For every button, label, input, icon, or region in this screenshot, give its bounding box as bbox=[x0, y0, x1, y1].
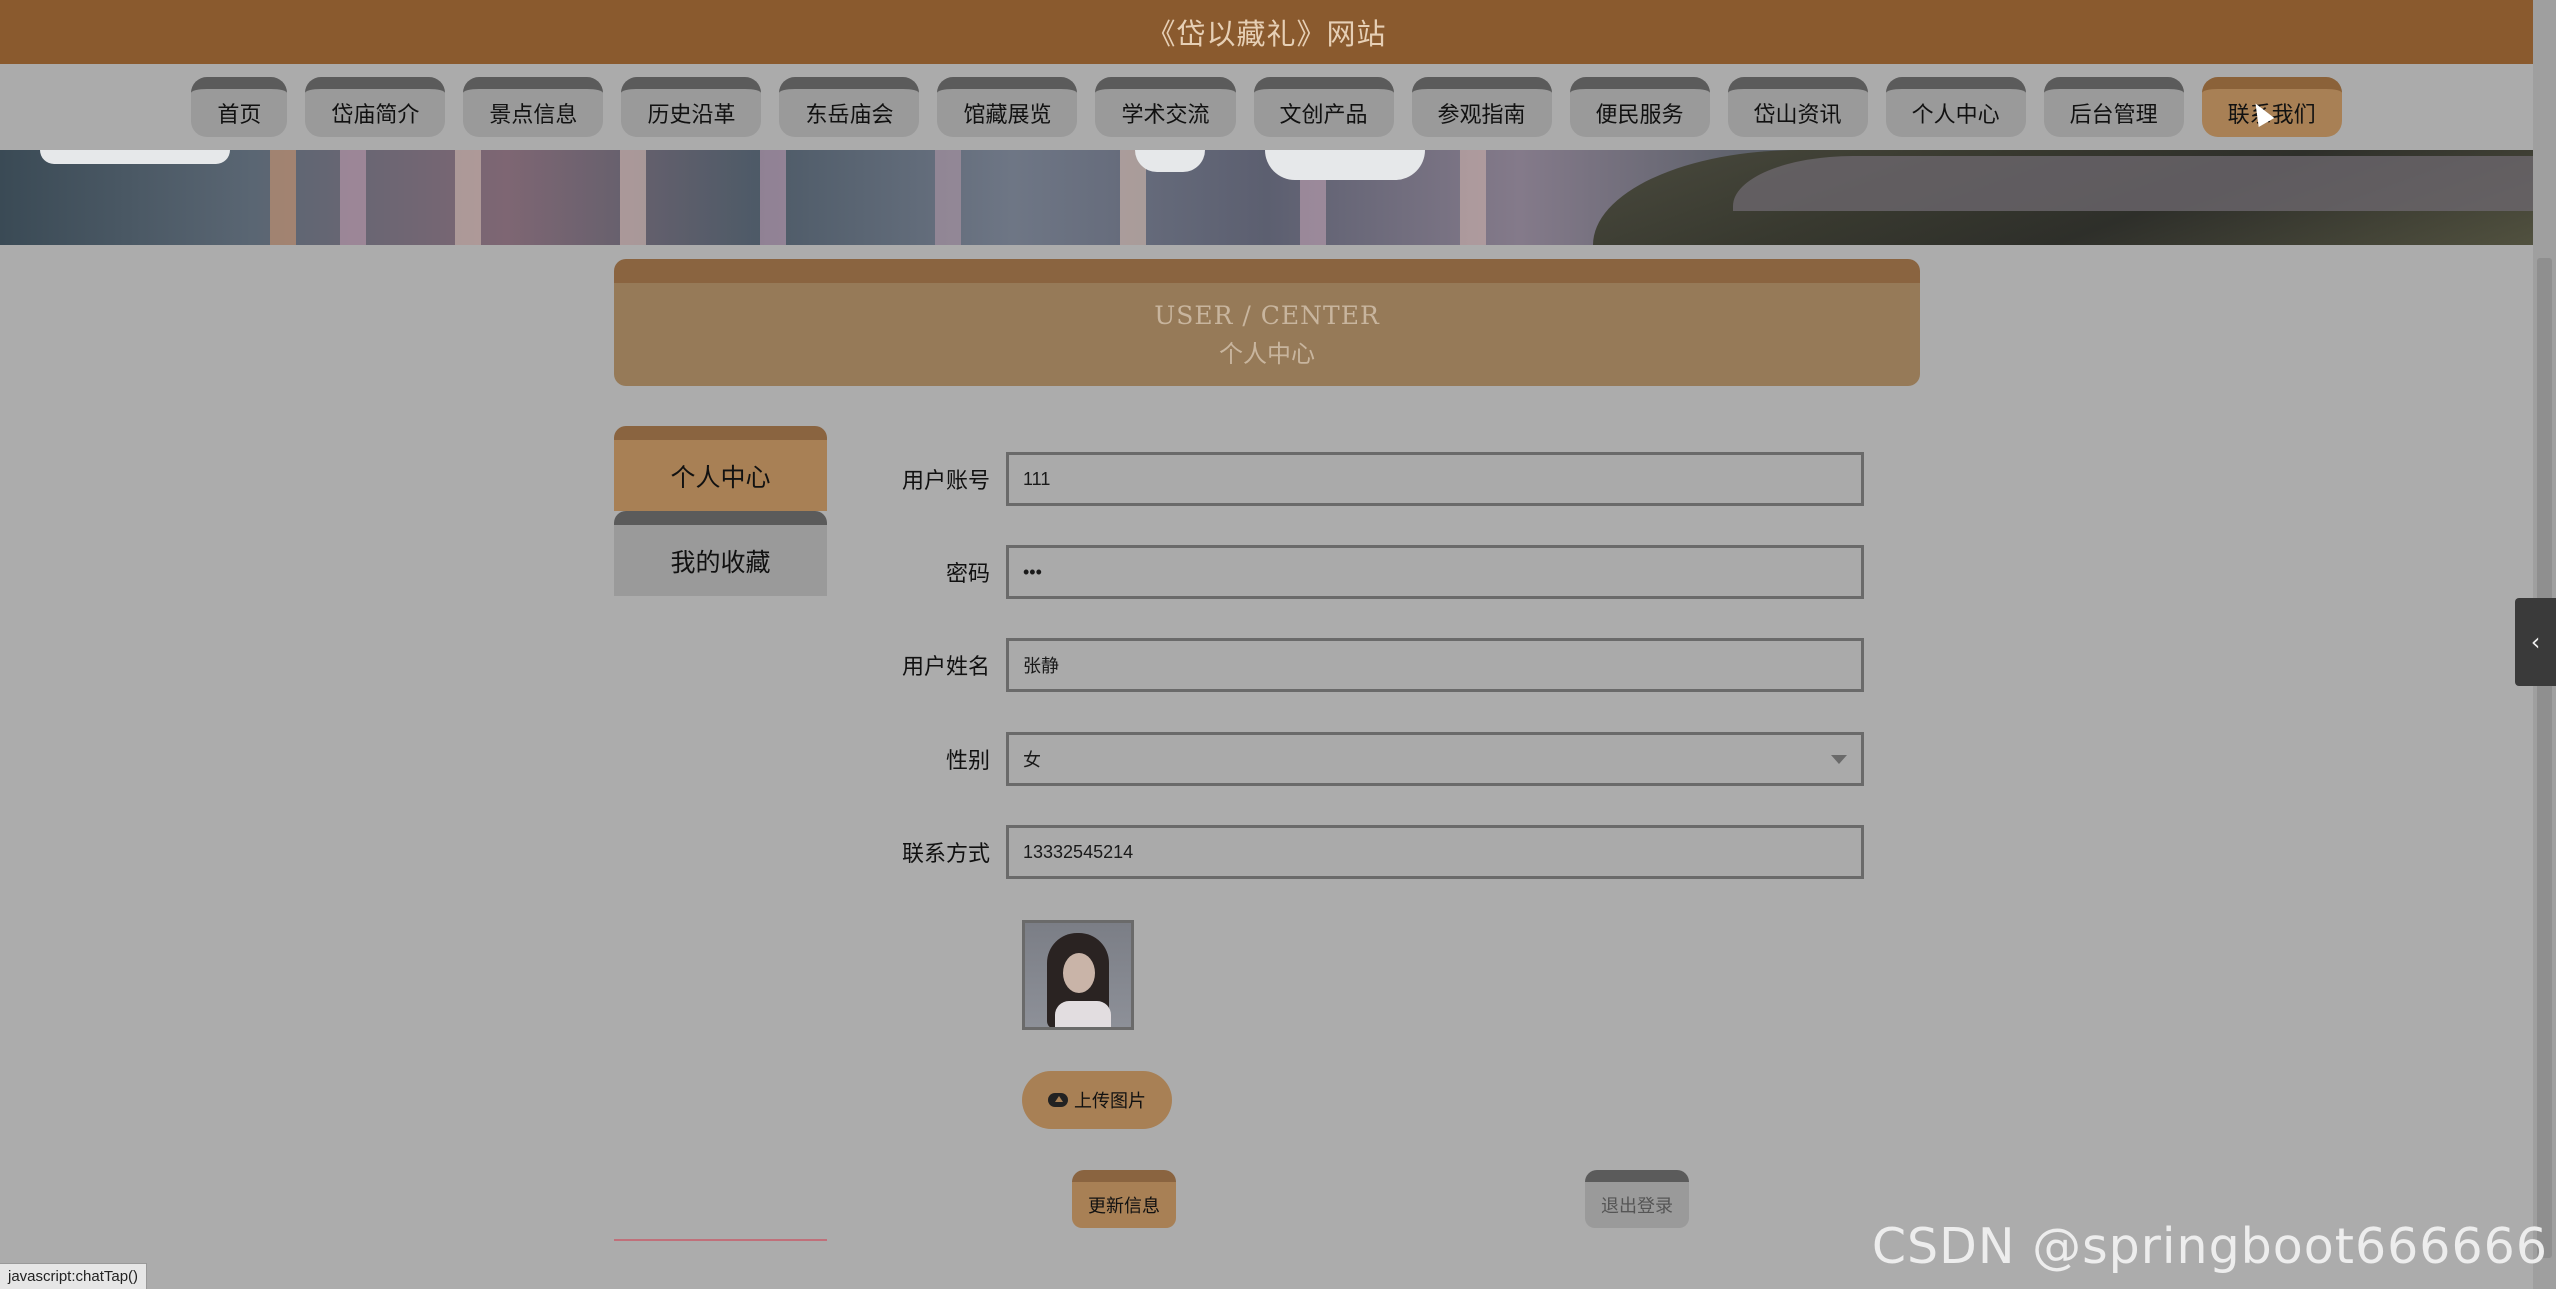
update-info-button[interactable]: 更新信息 bbox=[1072, 1170, 1176, 1228]
form-row-name: 用户姓名 张静 bbox=[870, 638, 1880, 692]
nav-item-temple-intro[interactable]: 岱庙简介 bbox=[305, 77, 446, 137]
logout-button[interactable]: 退出登录 bbox=[1585, 1170, 1689, 1228]
site-title: 《岱以藏礼》网站 bbox=[1146, 17, 1387, 51]
nav-item-history[interactable]: 历史沿革 bbox=[621, 77, 762, 137]
password-label: 密码 bbox=[945, 562, 990, 587]
form-row-account: 用户账号 111 bbox=[870, 452, 1880, 506]
nav-item-visit-guide[interactable]: 参观指南 bbox=[1411, 77, 1552, 137]
side-menu-favorites[interactable]: 我的收藏 bbox=[614, 511, 827, 596]
form-row-gender: 性别 女 bbox=[870, 732, 1880, 786]
banner-image bbox=[0, 150, 2533, 245]
watermark-text: CSDN @springboot666666 bbox=[1871, 1218, 2548, 1275]
gender-select[interactable]: 女 bbox=[1006, 732, 1864, 786]
account-label: 用户账号 bbox=[901, 469, 990, 494]
name-input[interactable]: 张静 bbox=[1006, 638, 1864, 692]
form-row-password: 密码 ••• bbox=[870, 545, 1880, 599]
cloud-upload-icon bbox=[1048, 1093, 1068, 1107]
header-title-cn: 个人中心 bbox=[1219, 340, 1315, 368]
nav-item-user-center[interactable]: 个人中心 bbox=[1885, 77, 2026, 137]
nav-item-products[interactable]: 文创产品 bbox=[1253, 77, 1394, 137]
gender-selected-value: 女 bbox=[1023, 750, 1041, 770]
nav-item-services[interactable]: 便民服务 bbox=[1569, 77, 1710, 137]
chevron-down-icon bbox=[1831, 754, 1847, 764]
nav-item-academic[interactable]: 学术交流 bbox=[1095, 77, 1236, 137]
nav-item-temple-fair[interactable]: 东岳庙会 bbox=[779, 77, 920, 137]
contact-input[interactable]: 13332545214 bbox=[1006, 825, 1864, 879]
nav-item-home[interactable]: 首页 bbox=[191, 77, 288, 137]
name-label: 用户姓名 bbox=[901, 655, 990, 680]
gender-label: 性别 bbox=[945, 749, 990, 774]
main-nav: 首页 岱庙简介 景点信息 历史沿革 东岳庙会 馆藏展览 学术交流 文创产品 参观… bbox=[0, 64, 2533, 150]
nav-item-contact[interactable]: 联系我们 bbox=[2201, 77, 2342, 137]
top-bar: 《岱以藏礼》网站 bbox=[0, 0, 2533, 64]
chevron-left-icon: ‹ bbox=[2530, 628, 2541, 656]
nav-item-news[interactable]: 岱山资讯 bbox=[1727, 77, 1868, 137]
side-panel-toggle[interactable]: ‹ bbox=[2515, 598, 2556, 686]
status-bar-url: javascript:chatTap() bbox=[0, 1263, 148, 1289]
form-row-contact: 联系方式 13332545214 bbox=[870, 825, 1880, 879]
upload-image-button[interactable]: 上传图片 bbox=[1022, 1071, 1172, 1129]
upload-button-label: 上传图片 bbox=[1074, 1091, 1146, 1112]
nav-item-admin[interactable]: 后台管理 bbox=[2043, 77, 2184, 137]
account-input[interactable]: 111 bbox=[1006, 452, 1864, 506]
header-title-en: USER / CENTER bbox=[1154, 301, 1380, 330]
nav-item-exhibitions[interactable]: 馆藏展览 bbox=[937, 77, 1078, 137]
side-menu-user-center[interactable]: 个人中心 bbox=[614, 426, 827, 511]
contact-label: 联系方式 bbox=[901, 842, 990, 867]
nav-item-attractions[interactable]: 景点信息 bbox=[463, 77, 604, 137]
avatar-image bbox=[1022, 920, 1134, 1030]
page-header-panel: USER / CENTER 个人中心 bbox=[614, 259, 1920, 386]
side-menu-divider bbox=[614, 1239, 827, 1241]
password-input[interactable]: ••• bbox=[1006, 545, 1864, 599]
scrollbar-thumb[interactable] bbox=[2537, 258, 2552, 1258]
user-side-menu: 个人中心 我的收藏 bbox=[614, 426, 827, 596]
